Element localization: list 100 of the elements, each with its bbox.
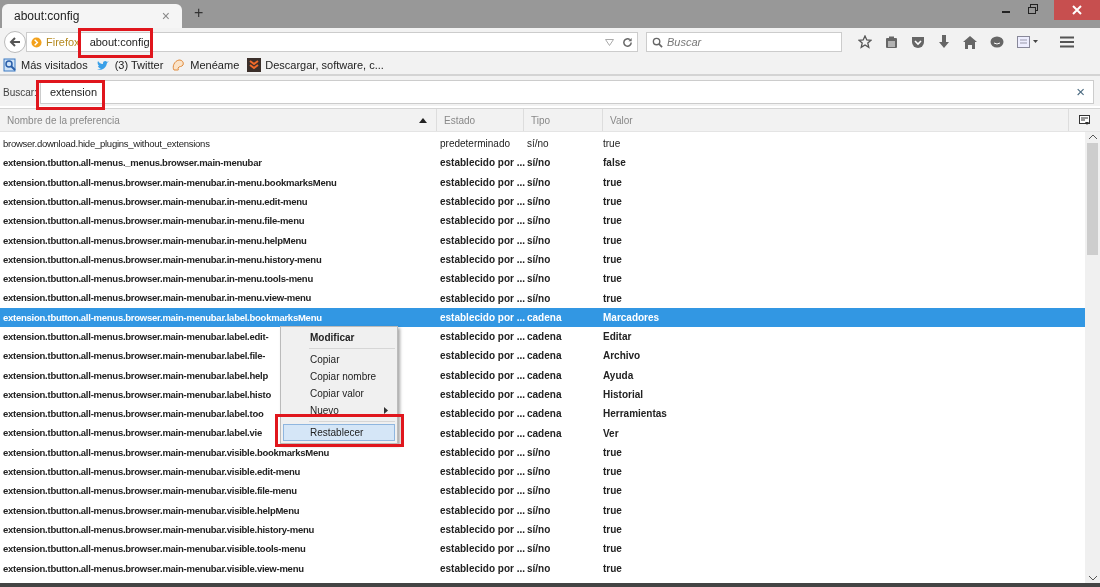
tab-title: about:config [14, 8, 81, 25]
address-bar[interactable]: Firefox about:config [26, 32, 638, 52]
table-cell: extension.tbutton.all-menus.browser.main-menubar.visible.bookmarksMenu [3, 446, 330, 458]
table-cell: predeterminado [440, 138, 511, 150]
table-cell: extension.tbutton.all-menus.browser.main-menubar.visible.edit-menu [3, 466, 301, 478]
scroll-down-icon[interactable] [1088, 576, 1097, 581]
table-cell: establecido por ... [440, 562, 526, 574]
table-cell: cadena [527, 311, 562, 323]
bookmark-item[interactable]: Más visitados [3, 56, 88, 74]
table-cell: extension.tbutton.all-menus.browser.main-menubar.visible.file-menu [3, 485, 297, 497]
reload-icon[interactable] [622, 36, 633, 48]
table-cell: extension.tbutton.all-menus.browser.main-menubar.label.too [3, 408, 264, 420]
table-cell: sí/no [527, 196, 551, 208]
table-cell: extension.tbutton.all-menus.browser.main-menubar.in-menu.tools-menu [3, 273, 313, 285]
table-cell: extension.tbutton.all-menus.browser.main-menubar.visible.helpMenu [3, 504, 300, 516]
table-cell: establecido por ... [440, 350, 526, 362]
browser-tab[interactable]: about:config × [2, 4, 182, 28]
table-cell: true [603, 446, 622, 458]
download-icon[interactable] [938, 35, 950, 49]
table-cell: true [603, 543, 622, 555]
bookmark-item[interactable]: Menéame [171, 56, 240, 74]
window-menu-icon[interactable] [1017, 36, 1039, 48]
table-cell: extension.tbutton.all-menus.browser.main-menubar.in-menu.file-menu [3, 215, 305, 227]
bookmark-item[interactable]: Descargar, software, c... [247, 56, 384, 74]
pocket-icon[interactable] [911, 35, 925, 49]
table-cell: establecido por ... [440, 331, 526, 343]
download-site-icon [247, 58, 262, 72]
table-cell: establecido por ... [440, 504, 526, 516]
table-cell: establecido por ... [440, 311, 526, 323]
table-cell: establecido por ... [440, 253, 526, 265]
menu-item[interactable]: Copiar nombre [283, 368, 395, 385]
clipboard-list-icon[interactable] [885, 35, 898, 49]
table-cell: establecido por ... [440, 273, 526, 285]
table-cell: extension.tbutton.all-menus.browser.main-menubar.visible.view-menu [3, 562, 304, 574]
table-cell: extension.tbutton.all-menus.browser.main-menubar.label.edit- [3, 331, 269, 342]
back-arrow-icon [9, 36, 21, 48]
search-placeholder: Buscar [667, 34, 702, 50]
identity-label: Firefox [46, 34, 80, 50]
table-cell: sí/no [527, 176, 551, 188]
table-cell: sí/no [527, 138, 549, 150]
chat-bubble-icon[interactable] [990, 35, 1004, 49]
table-cell: sí/no [527, 292, 551, 304]
menu-icon[interactable] [1060, 36, 1074, 48]
table-cell: establecido por ... [440, 292, 526, 304]
home-icon[interactable] [963, 35, 977, 49]
scrollbar-thumb[interactable] [1087, 143, 1098, 255]
table-cell: true [603, 562, 622, 574]
column-picker-icon[interactable] [1079, 114, 1090, 126]
bookmark-item[interactable]: (3) Twitter [95, 56, 164, 74]
restore-icon[interactable] [1028, 4, 1038, 14]
url-text: about:config [89, 34, 150, 50]
table-cell: establecido por ... [440, 524, 526, 536]
table-cell: sí/no [527, 543, 551, 555]
minimize-icon[interactable] [1002, 8, 1012, 14]
table-cell: Archivo [603, 350, 641, 362]
table-cell: establecido por ... [440, 369, 526, 381]
table-cell: establecido por ... [440, 427, 526, 439]
search-field[interactable]: Buscar [646, 32, 842, 52]
table-cell: true [603, 273, 622, 285]
table-cell: extension.tbutton.all-menus.browser.main-menubar.in-menu.view-menu [3, 292, 312, 304]
new-tab-button[interactable]: + [194, 1, 204, 25]
close-icon [1072, 5, 1082, 15]
table-cell: sí/no [527, 562, 551, 574]
table-cell: cadena [527, 389, 562, 400]
table-cell: establecido por ... [440, 157, 526, 169]
submenu-arrow-icon [384, 407, 388, 414]
magnifier-page-icon [3, 58, 17, 72]
table-cell: sí/no [527, 234, 551, 246]
table-cell: sí/no [527, 466, 551, 478]
scrollbar[interactable] [1085, 132, 1100, 583]
close-window-button[interactable] [1054, 0, 1100, 20]
table-cell: establecido por ... [440, 215, 526, 227]
table-cell: extension.tbutton.all-menus.browser.main-menubar.in-menu.history-menu [3, 253, 322, 265]
star-icon[interactable] [858, 35, 872, 49]
menu-item[interactable]: Modificar [283, 329, 395, 346]
table-cell: false [603, 157, 626, 169]
table-cell: browser.download.hide_plugins_without_extensions [3, 138, 210, 149]
table-cell: extension.tbutton.all-menus.browser.main-menubar.in-menu.bookmarksMenu [3, 176, 337, 188]
table-cell: extension.tbutton.all-menus.browser.main-menubar.visible.history-menu [3, 523, 315, 535]
search-icon [652, 36, 663, 48]
table-cell: cadena [527, 408, 562, 420]
table-cell: establecido por ... [440, 446, 526, 458]
table-cell: establecido por ... [440, 543, 526, 555]
table-cell: sí/no [527, 446, 551, 458]
menu-item[interactable]: Nuevo [283, 402, 395, 419]
table-cell: cadena [527, 350, 562, 362]
menu-item[interactable]: Restablecer [283, 424, 395, 441]
filter-label: Buscar: [3, 85, 37, 100]
clear-button[interactable]: × [1076, 80, 1085, 104]
scroll-up-icon[interactable] [1088, 134, 1097, 139]
table-cell: true [603, 524, 622, 536]
back-button[interactable] [4, 31, 26, 53]
sort-ascending-icon [419, 117, 427, 123]
table-cell: true [603, 138, 621, 150]
menu-item[interactable]: Copiar valor [283, 385, 395, 402]
menu-item[interactable]: Copiar [283, 351, 395, 368]
table-cell: sí/no [527, 253, 551, 265]
table-cell: Ayuda [603, 369, 634, 381]
table-cell: establecido por ... [440, 176, 526, 188]
filter-field[interactable]: extension × [39, 80, 1094, 104]
